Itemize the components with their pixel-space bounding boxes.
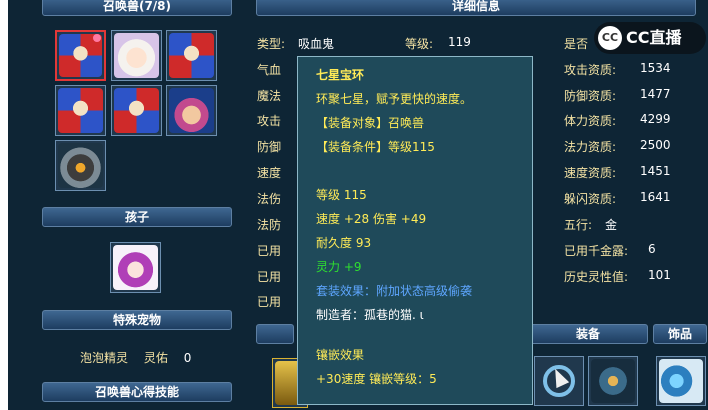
summon-slot-5[interactable] bbox=[111, 85, 162, 136]
fairy-icon bbox=[114, 33, 159, 78]
wing-ornament-icon bbox=[659, 359, 703, 403]
summon-slot-1[interactable] bbox=[55, 30, 106, 81]
left-label-mag-dmg: 法伤 bbox=[257, 192, 282, 206]
mp-apt-label: 法力资质: bbox=[564, 140, 617, 154]
equip-slot-3[interactable] bbox=[588, 356, 638, 406]
item-level: 等级 115 bbox=[316, 188, 367, 202]
hp-apt-value: 4299 bbox=[640, 112, 671, 126]
game-window: 召唤兽(7/8) 孩子 特殊宠物 泡泡精灵 灵佑 0 召唤兽心得技能 详细信息 … bbox=[8, 0, 708, 410]
special-pet-title: 特殊宠物 bbox=[42, 310, 232, 330]
cc-logo-text: CC直播 bbox=[626, 28, 682, 47]
robot-icon bbox=[58, 143, 103, 188]
item-condition: 【装备条件】等级115 bbox=[316, 140, 435, 154]
element-value: 金 bbox=[605, 218, 618, 232]
spd-apt-label: 速度资质: bbox=[564, 166, 617, 180]
pet-name[interactable]: 泡泡精灵 bbox=[80, 351, 128, 365]
detail-title: 详细信息 bbox=[256, 0, 696, 16]
heart-icon bbox=[93, 34, 101, 42]
level-value: 119 bbox=[448, 35, 471, 49]
left-label-spd: 速度 bbox=[257, 166, 282, 180]
element-label: 五行: bbox=[564, 218, 593, 232]
child-title: 孩子 bbox=[42, 207, 232, 227]
item-set-effect: 套装效果：附加状态高级偷袭 bbox=[316, 284, 473, 298]
left-label-mp: 魔法 bbox=[257, 89, 282, 103]
summon-slot-6[interactable] bbox=[166, 85, 217, 136]
ornament-slot[interactable] bbox=[656, 356, 706, 406]
left-label-used-2: 已用 bbox=[257, 270, 282, 284]
item-durability: 耐久度 93 bbox=[316, 236, 372, 250]
armor-icon bbox=[591, 359, 635, 403]
item-stats: 速度 +28 伤害 +49 bbox=[316, 212, 427, 226]
spd-apt-value: 1451 bbox=[640, 164, 671, 178]
special-pet-row: 泡泡精灵 灵佑 0 bbox=[80, 349, 191, 366]
item-inlay-title: 镶嵌效果 bbox=[316, 348, 365, 362]
mp-apt-value: 2500 bbox=[640, 138, 671, 152]
item-maker: 制造者：孤巷的猫. ι bbox=[316, 308, 424, 322]
summon-slot-7[interactable] bbox=[55, 140, 106, 191]
dew-label: 已用千金露: bbox=[564, 244, 629, 258]
left-label-def: 防御 bbox=[257, 140, 282, 154]
dodge-apt-value: 1641 bbox=[640, 190, 671, 204]
left-label-used-1: 已用 bbox=[257, 244, 282, 258]
item-inlay: +30速度 镶嵌等级：5 bbox=[316, 372, 437, 386]
child-portrait-icon bbox=[113, 245, 158, 290]
fan-monster-icon bbox=[114, 88, 159, 133]
summon-slot-2[interactable] bbox=[111, 30, 162, 81]
pet-skill: 灵佑 bbox=[143, 351, 168, 365]
ornament-title: 饰品 bbox=[653, 324, 707, 344]
atk-apt-label: 攻击资质: bbox=[564, 63, 617, 77]
equip-title: 装备 bbox=[528, 324, 648, 344]
fan-monster-icon bbox=[169, 33, 214, 78]
item-tooltip: 七星宝环 环聚七星，赋予更快的速度。 【装备对象】召唤兽 【装备条件】等级115… bbox=[297, 56, 533, 405]
hp-apt-label: 体力资质: bbox=[564, 114, 617, 128]
child-slot[interactable] bbox=[110, 242, 161, 293]
def-apt-label: 防御资质: bbox=[564, 89, 617, 103]
fan-monster-icon bbox=[58, 88, 103, 133]
heart-skill-title: 召唤兽心得技能 bbox=[42, 382, 232, 402]
level-label: 等级: bbox=[405, 37, 434, 51]
atk-apt-value: 1534 bbox=[640, 61, 671, 75]
summon-slot-4[interactable] bbox=[55, 85, 106, 136]
right-top-label: 是否 bbox=[564, 37, 589, 51]
item-name: 七星宝环 bbox=[316, 68, 365, 82]
dew-value: 6 bbox=[648, 242, 656, 256]
left-label-hp: 气血 bbox=[257, 63, 282, 77]
type-value: 吸血鬼 bbox=[298, 37, 335, 51]
dancer-icon bbox=[169, 88, 214, 133]
left-label-atk: 攻击 bbox=[257, 114, 282, 128]
item-spirit: 灵力 +9 bbox=[316, 260, 362, 274]
type-label: 类型: bbox=[257, 37, 286, 51]
cc-logo-icon: CC bbox=[598, 26, 622, 50]
spirit-history-value: 101 bbox=[648, 268, 671, 282]
spirit-history-label: 历史灵性值: bbox=[564, 270, 629, 284]
left-label-mag-def: 法防 bbox=[257, 218, 282, 232]
cc-live-logo: CC CC直播 bbox=[594, 22, 706, 54]
dodge-apt-label: 躲闪资质: bbox=[564, 192, 617, 206]
def-apt-value: 1477 bbox=[640, 87, 671, 101]
left-label-used-3: 已用 bbox=[257, 295, 282, 309]
item-target: 【装备对象】召唤兽 bbox=[316, 116, 425, 130]
item-description: 环聚七星，赋予更快的速度。 bbox=[316, 92, 473, 106]
attributes-tab-bar[interactable] bbox=[256, 324, 294, 344]
summon-list-title: 召唤兽(7/8) bbox=[42, 0, 232, 16]
pet-skill-value: 0 bbox=[183, 351, 192, 365]
summon-slot-3[interactable] bbox=[166, 30, 217, 81]
